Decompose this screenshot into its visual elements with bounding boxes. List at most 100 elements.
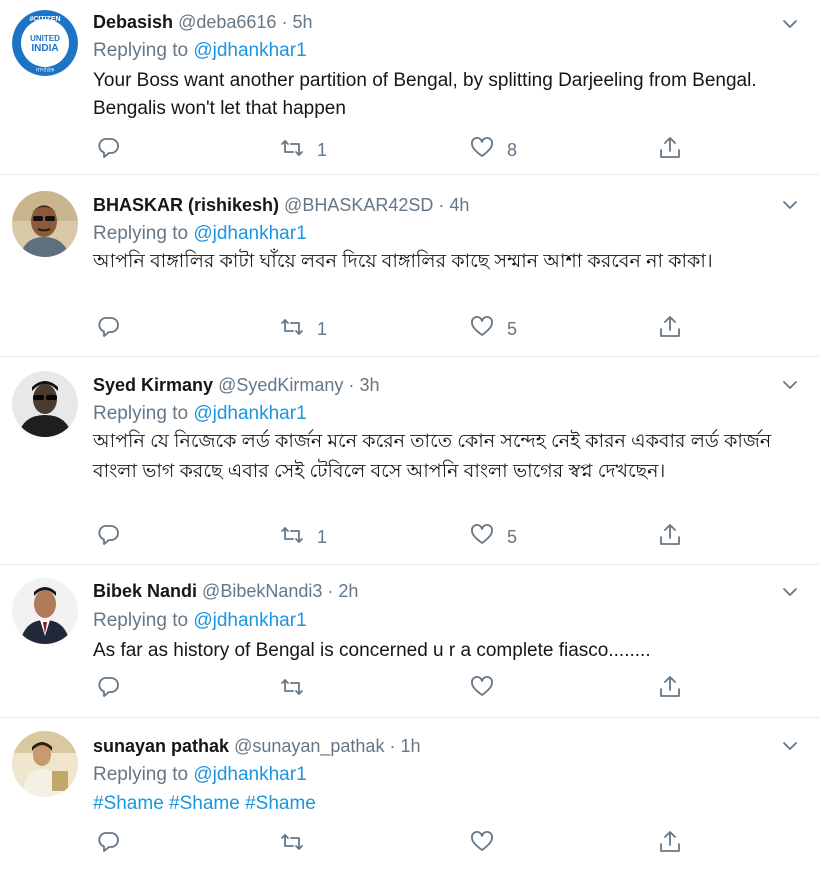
retweet-button[interactable] (279, 830, 317, 858)
retweet-button[interactable] (279, 675, 317, 703)
share-button[interactable] (657, 523, 683, 551)
tweet-text: আপনি বাঙ্গালির কাটা ঘাঁয়ে লবন দিয়ে বাঙ… (93, 251, 713, 272)
user-handle[interactable]: @BibekNandi3 (202, 581, 322, 601)
avatar[interactable] (12, 191, 78, 257)
retweet-button[interactable]: 1 (279, 523, 327, 551)
replying-to: Replying to @jdhankhar1 (93, 609, 307, 633)
timestamp[interactable]: 4h (449, 195, 469, 215)
tweet-text: As far as history of Bengal is concerned… (93, 640, 651, 661)
tweet-debasish[interactable]: #CITIZEN UNITED INDIA নাগরিক Debasish @d… (0, 0, 820, 175)
mention-link[interactable]: @jdhankhar1 (193, 40, 306, 61)
svg-text:INDIA: INDIA (31, 43, 58, 54)
separator-dot: · (389, 736, 396, 756)
user-handle[interactable]: @deba6616 (178, 12, 276, 32)
reply-button[interactable] (95, 523, 121, 551)
reply-button[interactable] (95, 830, 121, 858)
timestamp[interactable]: 1h (400, 736, 420, 756)
avatar[interactable]: #CITIZEN UNITED INDIA নাগরিক (12, 10, 78, 76)
tweet-actions (93, 675, 713, 703)
svg-text:UNITED: UNITED (30, 34, 60, 43)
like-icon (469, 314, 495, 345)
reply-button[interactable] (95, 675, 121, 703)
like-count: 5 (507, 318, 518, 339)
mention-link[interactable]: @jdhankhar1 (193, 610, 306, 631)
tweet-bibek-nandi[interactable]: Bibek Nandi @BibekNandi3 · 2h Replying t… (0, 565, 820, 718)
reply-icon (95, 522, 121, 553)
replying-to: Replying to @jdhankhar1 (93, 763, 307, 787)
chevron-down-icon[interactable] (780, 582, 800, 602)
user-handle[interactable]: @SyedKirmany (218, 375, 343, 395)
like-icon (469, 674, 495, 705)
like-button[interactable] (469, 830, 507, 858)
tweet-actions: 1 5 (93, 523, 713, 551)
display-name[interactable]: BHASKAR (rishikesh) (93, 195, 279, 215)
like-button[interactable] (469, 675, 507, 703)
avatar[interactable] (12, 578, 78, 644)
timestamp[interactable]: 5h (292, 12, 312, 32)
chevron-down-icon[interactable] (780, 195, 800, 215)
separator-dot: · (438, 195, 445, 215)
retweet-count: 1 (317, 139, 328, 160)
reply-button[interactable] (95, 136, 121, 164)
like-icon (469, 135, 495, 166)
separator-dot: · (281, 12, 288, 32)
reply-icon (95, 314, 121, 345)
display-name[interactable]: Syed Kirmany (93, 375, 213, 395)
tweet-header: Bibek Nandi @BibekNandi3 · 2h (93, 579, 358, 603)
like-count: 8 (507, 139, 518, 160)
like-icon (469, 522, 495, 553)
replying-to: Replying to @jdhankhar1 (93, 402, 307, 426)
share-button[interactable] (657, 830, 683, 858)
replying-to-label: Replying to (93, 610, 189, 631)
user-handle[interactable]: @BHASKAR42SD (284, 195, 433, 215)
chevron-down-icon[interactable] (780, 736, 800, 756)
share-button[interactable] (657, 675, 683, 703)
reply-icon (95, 829, 121, 860)
mention-link[interactable]: @jdhankhar1 (193, 764, 306, 785)
avatar[interactable] (12, 371, 78, 437)
share-button[interactable] (657, 315, 683, 343)
separator-dot: · (348, 375, 355, 395)
tweet-bhaskar[interactable]: BHASKAR (rishikesh) @BHASKAR42SD · 4h Re… (0, 175, 820, 357)
avatar[interactable] (12, 731, 78, 797)
tweet-actions: 1 5 (93, 315, 713, 343)
tweet-text: Your Boss want another partition of Beng… (93, 70, 757, 119)
reply-button[interactable] (95, 315, 121, 343)
hashtag-text[interactable]: #Shame #Shame #Shame (93, 790, 793, 818)
share-icon (657, 829, 683, 860)
user-handle[interactable]: @sunayan_pathak (234, 736, 384, 756)
replying-to-label: Replying to (93, 40, 189, 61)
retweet-count: 1 (317, 318, 328, 339)
display-name[interactable]: Bibek Nandi (93, 581, 197, 601)
replying-to-label: Replying to (93, 403, 189, 424)
timestamp[interactable]: 3h (359, 375, 379, 395)
share-button[interactable] (657, 136, 683, 164)
tweet-sunayan-pathak[interactable]: sunayan pathak @sunayan_pathak · 1h Repl… (0, 718, 820, 875)
retweet-icon (279, 135, 305, 166)
replying-to-label: Replying to (93, 223, 189, 244)
tweet-syed-kirmany[interactable]: Syed Kirmany @SyedKirmany · 3h Replying … (0, 357, 820, 565)
mention-link[interactable]: @jdhankhar1 (193, 403, 306, 424)
mention-link[interactable]: @jdhankhar1 (193, 223, 306, 244)
reply-icon (95, 135, 121, 166)
display-name[interactable]: sunayan pathak (93, 736, 229, 756)
display-name[interactable]: Debasish (93, 12, 173, 32)
timestamp[interactable]: 2h (338, 581, 358, 601)
tweet-text: আপনি যে নিজেকে লর্ড কার্জন মনে করেন তাতে… (93, 431, 772, 482)
like-button[interactable]: 5 (469, 523, 517, 551)
chevron-down-icon[interactable] (780, 375, 800, 395)
tweet-header: Syed Kirmany @SyedKirmany · 3h (93, 373, 379, 397)
like-button[interactable]: 5 (469, 315, 517, 343)
like-icon (469, 829, 495, 860)
retweet-button[interactable]: 1 (279, 315, 327, 343)
replying-to: Replying to @jdhankhar1 (93, 222, 307, 246)
retweet-icon (279, 522, 305, 553)
like-button[interactable]: 8 (469, 136, 517, 164)
chevron-down-icon[interactable] (780, 14, 800, 34)
reply-icon (95, 674, 121, 705)
retweet-count: 1 (317, 526, 328, 547)
share-icon (657, 674, 683, 705)
svg-text:#CITIZEN: #CITIZEN (29, 16, 60, 23)
retweet-button[interactable]: 1 (279, 136, 327, 164)
retweet-icon (279, 314, 305, 345)
